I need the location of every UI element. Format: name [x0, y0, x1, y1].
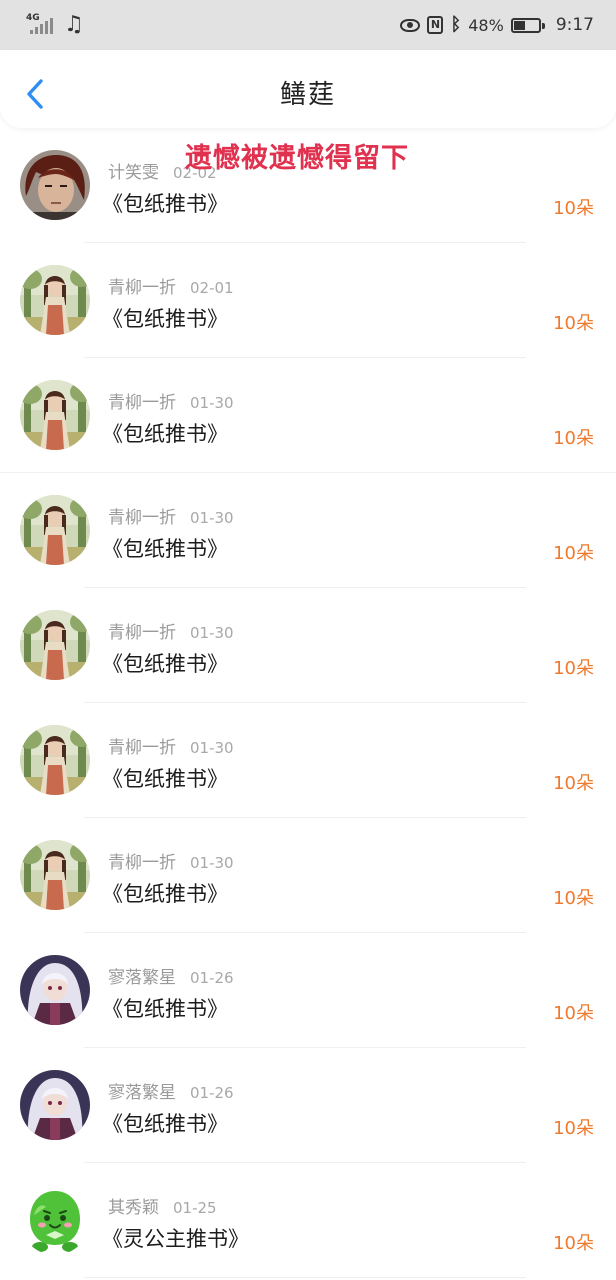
item-meta: 寥落繁星 01-26: [108, 963, 234, 988]
list-item[interactable]: 青柳一折 01-30 《包纸推书》 10朵: [0, 818, 616, 933]
item-date: 01-26: [190, 969, 234, 987]
avatar: [20, 1185, 90, 1255]
item-date: 01-30: [190, 624, 234, 642]
book-title: 《包纸推书》: [102, 307, 228, 331]
book-title: 《灵公主推书》: [102, 1227, 249, 1251]
list-item[interactable]: 青柳一折 01-30 《包纸推书》 10朵: [0, 588, 616, 703]
avatar: [20, 955, 90, 1025]
avatar: [20, 1070, 90, 1140]
avatar-anime-girl-forest: [20, 495, 90, 565]
user-name: 青柳一折: [108, 508, 176, 528]
item-date: 01-30: [190, 854, 234, 872]
avatar-anime-girl-forest: [20, 380, 90, 450]
gift-amount: 10朵: [553, 198, 594, 219]
gift-list: 计笑雯 02-02 《包纸推书》 10朵 青柳一折 02-01 《包纸推书》 1…: [0, 128, 616, 1278]
avatar: [20, 495, 90, 565]
user-name: 青柳一折: [108, 738, 176, 758]
list-item[interactable]: 寥落繁星 01-26 《包纸推书》 10朵: [0, 1048, 616, 1163]
item-date: 01-25: [173, 1199, 217, 1217]
signal-icon: 4G: [26, 14, 56, 36]
item-meta: 青柳一折 01-30: [108, 848, 234, 873]
battery-fill: [513, 20, 526, 30]
avatar-red-hair: [20, 150, 90, 220]
item-meta: 寥落繁星 01-26: [108, 1078, 234, 1103]
avatar: [20, 610, 90, 680]
page-title: 鳝莛: [279, 80, 336, 110]
gift-amount: 10朵: [553, 1003, 594, 1024]
book-title: 《包纸推书》: [102, 882, 228, 906]
gift-amount: 10朵: [553, 888, 594, 909]
list-item[interactable]: 青柳一折 01-30 《包纸推书》 10朵: [0, 703, 616, 818]
item-meta: 青柳一折 01-30: [108, 618, 234, 643]
clock: 9:17: [555, 15, 594, 35]
item-meta: 其秀颖 01-25: [108, 1193, 217, 1218]
user-name: 青柳一折: [108, 853, 176, 873]
item-date: 01-30: [190, 739, 234, 757]
battery-icon: [510, 17, 545, 33]
user-name: 青柳一折: [108, 393, 176, 413]
user-name: 寥落繁星: [108, 968, 176, 988]
book-title: 《包纸推书》: [102, 767, 228, 791]
list-item[interactable]: 青柳一折 02-01 《包纸推书》 10朵: [0, 243, 616, 358]
user-name: 寥落繁星: [108, 1083, 176, 1103]
item-meta: 青柳一折 01-30: [108, 388, 234, 413]
list-item[interactable]: 寥落繁星 01-26 《包纸推书》 10朵: [0, 933, 616, 1048]
book-title: 《包纸推书》: [102, 422, 228, 446]
avatar-anime-girl-forest: [20, 725, 90, 795]
bluetooth-icon: ᛒ: [450, 14, 462, 35]
gift-amount: 10朵: [553, 773, 594, 794]
item-meta: 青柳一折 01-30: [108, 503, 234, 528]
avatar: [20, 380, 90, 450]
status-bar: 4G ♫ N ᛒ 48% 9:17: [0, 0, 616, 50]
item-date: 02-01: [190, 279, 234, 297]
avatar: [20, 840, 90, 910]
book-title: 《包纸推书》: [102, 997, 228, 1021]
battery-percent: 48%: [468, 15, 504, 35]
list-item[interactable]: 其秀颖 01-25 《灵公主推书》 10朵: [0, 1163, 616, 1278]
gift-amount: 10朵: [553, 1233, 594, 1254]
gift-amount: 10朵: [553, 658, 594, 679]
row-divider: [84, 1277, 526, 1278]
list-item[interactable]: 青柳一折 01-30 《包纸推书》 10朵: [0, 473, 616, 588]
header-bar: 鳝莛: [0, 50, 616, 128]
book-title: 《包纸推书》: [102, 652, 228, 676]
user-name: 青柳一折: [108, 278, 176, 298]
item-meta: 青柳一折 01-30: [108, 733, 234, 758]
gift-amount: 10朵: [553, 543, 594, 564]
avatar: [20, 725, 90, 795]
avatar-green-creature: [20, 1185, 90, 1255]
user-name: 青柳一折: [108, 623, 176, 643]
avatar: [20, 150, 90, 220]
signal-bars: [30, 18, 53, 34]
book-title: 《包纸推书》: [102, 1112, 228, 1136]
item-date: 01-26: [190, 1084, 234, 1102]
item-date: 01-30: [190, 509, 234, 527]
avatar-anime-girl-forest: [20, 840, 90, 910]
eye-icon: [400, 18, 421, 32]
avatar-silver-hair-girl: [20, 955, 90, 1025]
gift-amount: 10朵: [553, 428, 594, 449]
gift-amount: 10朵: [553, 313, 594, 334]
avatar-anime-girl-forest: [20, 265, 90, 335]
overlay-caption: 遗憾被遗憾得留下: [185, 143, 409, 174]
avatar-silver-hair-girl: [20, 1070, 90, 1140]
book-title: 《包纸推书》: [102, 537, 228, 561]
item-date: 01-30: [190, 394, 234, 412]
status-right: N ᛒ 48% 9:17: [400, 12, 594, 38]
nfc-icon: N: [427, 16, 444, 34]
item-meta: 青柳一折 02-01: [108, 273, 234, 298]
user-name: 计笑雯: [108, 163, 159, 183]
status-left: 4G ♫: [26, 12, 84, 38]
avatar-anime-girl-forest: [20, 610, 90, 680]
book-title: 《包纸推书》: [102, 192, 228, 216]
gift-amount: 10朵: [553, 1118, 594, 1139]
list-item[interactable]: 青柳一折 01-30 《包纸推书》 10朵: [0, 358, 616, 473]
music-note-icon: ♫: [64, 12, 84, 37]
avatar: [20, 265, 90, 335]
user-name: 其秀颖: [108, 1198, 159, 1218]
